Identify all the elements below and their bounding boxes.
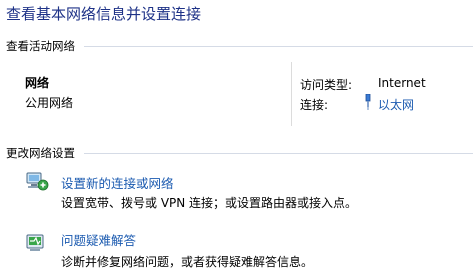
troubleshoot-link[interactable]: 问题疑难解答 <box>61 230 136 249</box>
troubleshoot-description: 诊断并修复网络问题，或者获得疑难解答信息。 <box>61 255 314 269</box>
access-type-value: Internet <box>378 76 426 90</box>
section-divider <box>84 153 473 154</box>
network-category: 公用网络 <box>25 96 74 110</box>
ethernet-icon <box>365 94 371 110</box>
page-title: 查看基本网络信息并设置连接 <box>6 5 202 23</box>
section-divider <box>84 46 473 47</box>
access-type-label: 访问类型: <box>300 78 353 92</box>
vertical-divider <box>291 62 292 126</box>
setup-new-connection-link[interactable]: 设置新的连接或网络 <box>61 173 174 192</box>
ethernet-connection-link[interactable]: 以太网 <box>378 96 414 113</box>
network-name: 网络 <box>25 76 50 90</box>
section-heading-change-settings: 更改网络设置 <box>6 146 75 160</box>
section-heading-active-networks: 查看活动网络 <box>6 39 75 53</box>
setup-new-connection-description: 设置宽带、拨号或 VPN 连接；或设置路由器或接入点。 <box>61 196 358 210</box>
connections-label: 连接: <box>300 98 329 112</box>
troubleshoot-icon <box>26 234 44 251</box>
network-setup-icon <box>26 172 49 191</box>
